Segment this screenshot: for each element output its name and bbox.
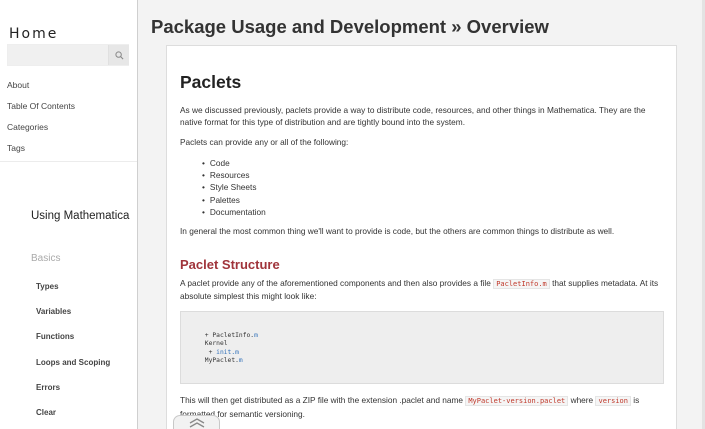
sidebar-item-types[interactable]: Types [36, 282, 110, 307]
list-item: Documentation [202, 206, 266, 218]
paclet-structure-heading: Paclet Structure [180, 257, 280, 272]
code-block: + PacletInfo.m Kernel + init.m MyPaclet.… [180, 311, 664, 384]
sidebar-item-errors[interactable]: Errors [36, 383, 110, 408]
code-text: + [201, 348, 217, 356]
sidebar-item-table-of-contents[interactable]: Table Of Contents [7, 101, 75, 122]
code-ext: init.m [216, 348, 239, 356]
zip-text-b: where [568, 395, 596, 405]
paclet-filename-code: MyPaclet-version.paclet [465, 396, 569, 406]
sidebar-item-loops-and-scoping[interactable]: Loops and Scoping [36, 358, 110, 383]
list-item: Palettes [202, 194, 266, 206]
zip-text-a: This will then get distributed as a ZIP … [180, 395, 466, 405]
intro-paragraph: As we discussed previously, paclets prov… [180, 105, 646, 127]
sidebar-section-subtitle[interactable]: Basics [31, 253, 60, 264]
sidebar-item-functions[interactable]: Functions [36, 332, 110, 357]
sidebar-item-categories[interactable]: Categories [7, 122, 75, 143]
code-line-2: Kernel [201, 340, 228, 348]
code-line-4: MyPaclet.m [201, 357, 243, 364]
general-paragraph: In general the most common thing we'll w… [180, 226, 615, 236]
list-item: Code [202, 157, 266, 169]
search-icon [114, 50, 123, 59]
code-line-1: + PacletInfo.m [201, 332, 258, 339]
code-ext: m [254, 332, 258, 339]
version-code: version [595, 396, 631, 406]
scroll-to-top-button[interactable] [173, 415, 220, 429]
code-text: + PacletInfo. [201, 332, 255, 339]
sidebar-item-variables[interactable]: Variables [36, 307, 110, 332]
code-text: MyPaclet. [201, 357, 239, 365]
code-ext: m [238, 357, 243, 365]
sidebar: Home About Table Of Contents Categories … [0, 0, 138, 429]
sidebar-main-nav: About Table Of Contents Categories Tags [7, 80, 75, 164]
pacletinfo-code: PacletInfo.m [493, 279, 550, 289]
search-box [7, 44, 129, 66]
zip-paragraph: This will then get distributed as a ZIP … [180, 394, 662, 421]
provide-paragraph: Paclets can provide any or all of the fo… [180, 137, 349, 147]
sidebar-item-about[interactable]: About [7, 80, 75, 101]
sidebar-section-title[interactable]: Using Mathematica [31, 210, 131, 222]
list-item: Resources [202, 169, 266, 181]
provides-list: Code Resources Style Sheets Palettes Doc… [202, 157, 266, 218]
article-card: Paclets As we discussed previously, pacl… [166, 45, 677, 429]
page-title: Package Usage and Development » Overview [151, 16, 549, 37]
sidebar-item-clear[interactable]: Clear [36, 408, 110, 429]
article-title: Paclets [180, 72, 242, 92]
sidebar-section-nav: Types Variables Functions Loops and Scop… [36, 282, 110, 429]
list-item: Style Sheets [202, 181, 266, 193]
code-line-3: + init.m [201, 349, 239, 356]
search-button[interactable] [108, 45, 129, 65]
structure-paragraph: A paclet provide any of the aforemention… [180, 277, 662, 302]
site-title-home[interactable]: Home [9, 26, 58, 42]
double-chevron-up-icon [189, 418, 204, 428]
sidebar-divider [0, 161, 137, 162]
structure-text-a: A paclet provide any of the aforemention… [180, 278, 494, 288]
search-input[interactable] [8, 45, 108, 65]
